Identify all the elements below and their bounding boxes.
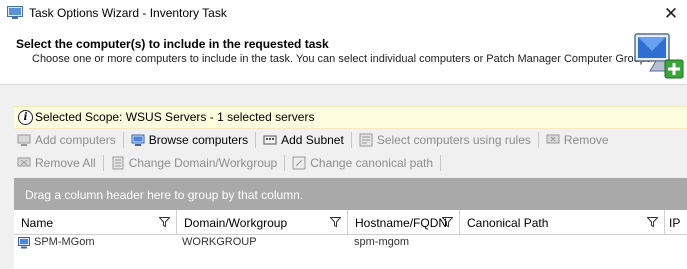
remove-button[interactable]: Remove (543, 129, 612, 151)
computer-icon (18, 237, 30, 249)
change-domain-button[interactable]: Change Domain/Workgroup (108, 152, 281, 174)
computer-add-icon (634, 33, 684, 79)
info-icon: i (18, 110, 33, 125)
browse-computers-label: Browse computers (148, 133, 249, 147)
canonical-path-icon (292, 156, 306, 170)
select-computers-rules-label: Select computers using rules (376, 133, 531, 147)
window-title: Task Options Wizard - Inventory Task (29, 6, 227, 20)
toolbar-separator (440, 155, 441, 171)
add-subnet-label: Add Subnet (281, 133, 344, 147)
add-subnet-icon (263, 135, 277, 145)
page-description: Choose one or more computers to include … (32, 53, 652, 65)
column-header-name[interactable]: Name (14, 210, 177, 234)
toolbar-separator (537, 132, 539, 148)
column-label: Hostname/FQDN (355, 216, 448, 230)
cell-name: SPM-MGom (34, 236, 95, 248)
select-computers-rules-button[interactable]: Select computers using rules (356, 129, 534, 151)
domain-icon (112, 156, 124, 170)
toolbar-row-2: Remove All Change Domain/Workgroup Chang… (14, 152, 445, 174)
change-domain-label: Change Domain/Workgroup (128, 156, 278, 170)
close-button[interactable]: ✕ (655, 0, 687, 28)
column-header-domain[interactable]: Domain/Workgroup (177, 210, 348, 234)
toolbar-separator (122, 132, 124, 148)
page-title: Select the computer(s) to include in the… (16, 37, 329, 51)
change-canonical-path-label: Change canonical path (310, 156, 433, 170)
filter-icon[interactable] (647, 217, 658, 227)
add-computers-button[interactable]: Add computers (14, 129, 119, 151)
group-by-hint: Drag a column header here to group by th… (25, 188, 304, 202)
remove-all-label: Remove All (35, 156, 96, 170)
column-label: Canonical Path (467, 216, 549, 230)
table-row[interactable]: SPM-MGom WORKGROUP spm-mgom (14, 234, 687, 253)
add-subnet-button[interactable]: Add Subnet (260, 129, 347, 151)
remove-all-button[interactable]: Remove All (14, 152, 99, 174)
browse-computers-button[interactable]: Browse computers (128, 129, 251, 151)
toolbar-separator (255, 132, 257, 148)
column-header-hostname[interactable]: Hostname/FQDN (348, 210, 460, 234)
cell-domain: WORKGROUP (182, 236, 257, 248)
scope-text: Selected Scope: WSUS Servers - 1 selecte… (35, 110, 315, 124)
column-label: Domain/Workgroup (184, 216, 288, 230)
add-computers-label: Add computers (35, 133, 116, 147)
group-by-panel[interactable]: Drag a column header here to group by th… (14, 178, 687, 210)
filter-icon[interactable] (330, 217, 341, 227)
toolbar-separator (284, 155, 286, 171)
scope-bar: i Selected Scope: WSUS Servers - 1 selec… (14, 106, 687, 129)
browse-computers-icon (131, 134, 145, 146)
title-bar: Task Options Wizard - Inventory Task ✕ (0, 0, 687, 28)
column-header-ip[interactable]: IP (665, 210, 687, 234)
grid-header: Name Domain/Workgroup Hostname/FQDN Cano… (14, 210, 687, 235)
add-computers-icon (17, 134, 31, 146)
rules-icon (359, 133, 373, 147)
column-label: IP (669, 216, 681, 230)
filter-icon[interactable] (442, 217, 453, 227)
toolbar-separator (350, 132, 352, 148)
remove-icon (546, 134, 560, 144)
cell-hostname: spm-mgom (354, 236, 410, 248)
filter-icon[interactable] (159, 217, 170, 227)
toolbar-row-1: Add computers Browse computers Add Subne… (14, 129, 612, 151)
column-header-canonical-path[interactable]: Canonical Path (460, 210, 665, 234)
computers-grid: Name Domain/Workgroup Hostname/FQDN Cano… (14, 210, 687, 269)
remove-label: Remove (563, 133, 609, 147)
column-label: Name (21, 216, 54, 230)
change-canonical-path-button[interactable]: Change canonical path (289, 152, 436, 174)
wizard-header: Select the computer(s) to include in the… (0, 28, 687, 85)
toolbar-separator (102, 155, 104, 171)
remove-all-icon (17, 157, 31, 167)
wizard-app-icon (7, 6, 23, 19)
